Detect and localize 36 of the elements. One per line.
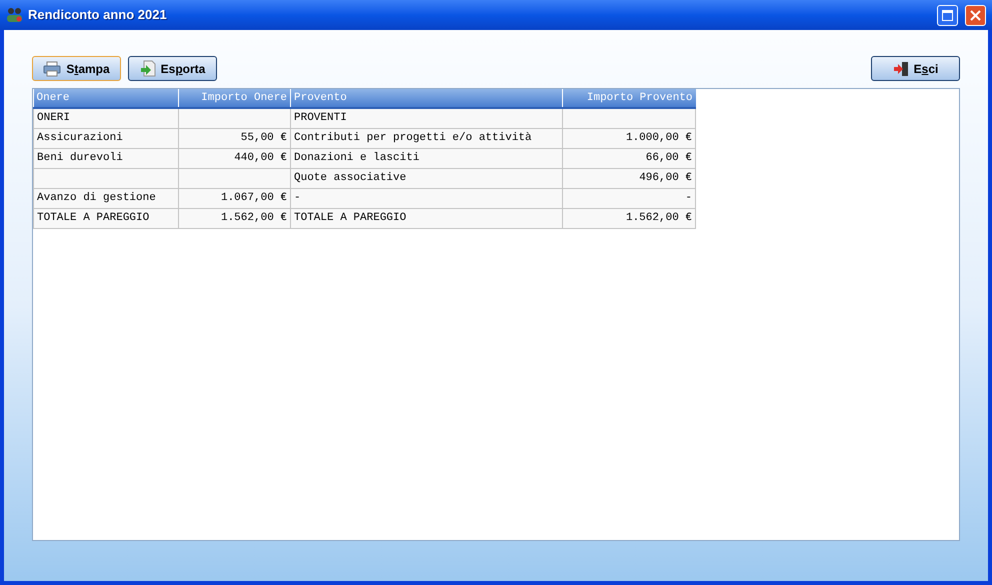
column-header[interactable]: Importo Provento (562, 89, 696, 108)
close-icon (970, 10, 981, 20)
table-cell: ONERI (37, 112, 70, 124)
close-button[interactable] (965, 4, 986, 26)
table-cell: - (685, 192, 692, 204)
table-cell: TOTALE A PAREGGIO (37, 212, 150, 224)
table-cell: 496,00 € (639, 172, 692, 184)
table-cell: Quote associative (294, 172, 406, 184)
printer-icon (43, 60, 62, 76)
table-cell: 440,00 € (234, 152, 287, 164)
toolbar-button[interactable]: Esporta (128, 56, 217, 81)
toolbar-button[interactable]: Stampa (32, 56, 121, 81)
maximize-button[interactable] (937, 4, 958, 26)
table-cell: 1.562,00 € (220, 212, 287, 224)
table-cell: 1.000,00 € (626, 132, 692, 144)
table-cell: Beni durevoli (37, 152, 123, 164)
exit-button[interactable]: Esci (871, 56, 960, 81)
table-cell: Assicurazioni (37, 132, 123, 144)
table-cell: PROVENTI (294, 112, 347, 124)
exit-door-icon (892, 60, 909, 76)
table-cell: Donazioni e lasciti (294, 152, 420, 164)
table-cell: TOTALE A PAREGGIO (294, 212, 406, 224)
table-cell: 66,00 € (646, 152, 692, 164)
table-cell: Contributi per progetti e/o attività (294, 132, 532, 144)
document-arrow-icon (140, 60, 156, 77)
window-title: Rendiconto anno 2021 (28, 6, 167, 24)
table-cell: - (294, 192, 301, 204)
column-header[interactable]: Provento (290, 89, 562, 108)
column-header[interactable]: Onere (34, 89, 178, 108)
column-header[interactable]: Importo Onere (178, 89, 290, 108)
table-cell: 1.562,00 € (626, 212, 692, 224)
table-cell: Avanzo di gestione (37, 192, 156, 204)
table-cell: 1.067,00 € (220, 192, 287, 204)
maximize-icon (942, 10, 953, 20)
people-icon (6, 6, 23, 24)
table-cell: 55,00 € (240, 132, 287, 144)
